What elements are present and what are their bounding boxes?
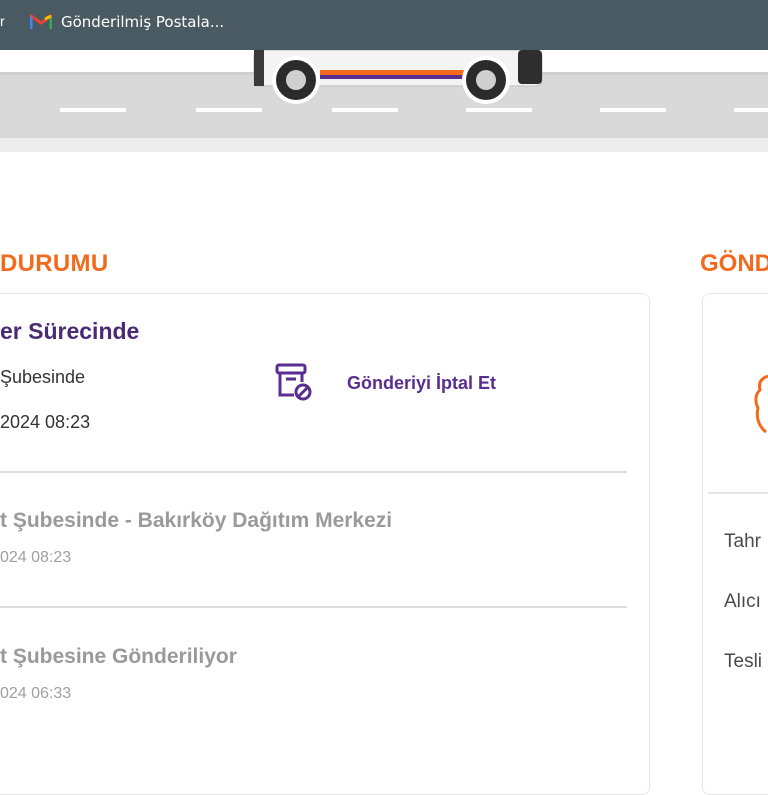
road-dash xyxy=(600,108,666,112)
history-item-title: t Şubesine Gönderiliyor xyxy=(0,645,237,668)
road-dash xyxy=(196,108,262,112)
road-dash xyxy=(466,108,532,112)
cancel-shipment-icon[interactable] xyxy=(274,362,312,402)
cancel-shipment-link[interactable]: Gönderiyi İptal Et xyxy=(347,373,496,394)
status-card xyxy=(0,293,650,795)
bookmark-gonderilmis-postalar[interactable]: Gönderilmiş Postala... xyxy=(61,13,224,31)
side-label-tahmini: Tahr xyxy=(724,531,761,552)
history-item-date: 024 08:23 xyxy=(0,549,72,566)
section-title-right: GÖND xyxy=(700,250,768,277)
divider xyxy=(708,492,768,494)
divider xyxy=(0,606,627,608)
side-label-teslim: Tesli xyxy=(724,651,763,672)
divider xyxy=(0,471,627,473)
hand-icon xyxy=(754,374,768,434)
history-item-title: t Şubesinde - Bakırköy Dağıtım Merkezi xyxy=(0,509,393,532)
current-status: er Sürecinde xyxy=(0,318,140,344)
van-illustration xyxy=(253,50,543,104)
bookmark-fragment[interactable]: r xyxy=(0,13,5,29)
current-location: Şubesinde xyxy=(0,367,86,387)
road-edge xyxy=(0,138,768,152)
road-dash xyxy=(734,108,768,112)
section-title-durumu: DURUMU xyxy=(0,250,109,277)
history-item-date: 024 06:33 xyxy=(0,685,72,702)
current-datetime: 2024 08:23 xyxy=(0,412,91,432)
road-dash xyxy=(332,108,398,112)
road-dash xyxy=(60,108,126,112)
side-label-alici: Alıcı xyxy=(724,591,761,612)
gmail-icon xyxy=(30,14,52,29)
